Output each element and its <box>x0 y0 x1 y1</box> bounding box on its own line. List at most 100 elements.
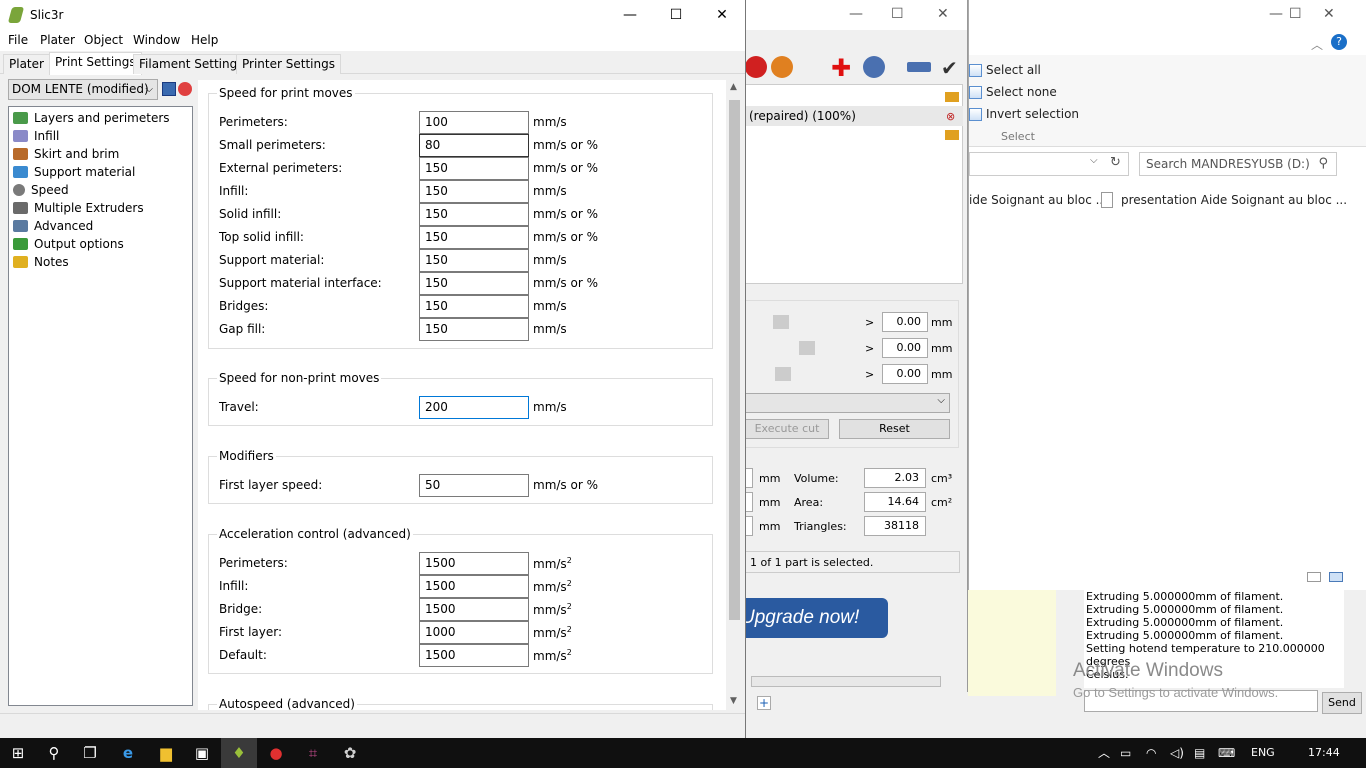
send-button[interactable]: Send <box>1322 692 1362 714</box>
small-perimeters-speed-input[interactable]: 80 <box>419 134 529 157</box>
size-field[interactable] <box>745 468 753 488</box>
menu-file[interactable]: File <box>8 33 28 47</box>
nav-item-notes[interactable]: Notes <box>13 253 69 271</box>
scrollbar-thumb[interactable] <box>729 100 740 620</box>
large-icons-view-icon[interactable] <box>1329 572 1343 582</box>
slider-handle[interactable] <box>775 367 791 381</box>
help-icon[interactable]: ? <box>1331 34 1347 50</box>
maximize-button[interactable]: ☐ <box>653 0 699 31</box>
axis-select[interactable]: ⌵ <box>745 393 950 413</box>
support-interface-speed-input[interactable]: 150 <box>419 272 529 295</box>
settings-icon[interactable] <box>863 56 885 78</box>
keyboard-icon[interactable]: ⌨ <box>1218 738 1235 768</box>
solid-infill-speed-input[interactable]: 150 <box>419 203 529 226</box>
app-icon[interactable]: ⌗ <box>295 738 331 768</box>
menu-help[interactable]: Help <box>191 33 218 47</box>
invert-selection-button[interactable]: Invert selection <box>969 104 1079 124</box>
execute-cut-button[interactable]: Execute cut <box>745 419 829 439</box>
infill-speed-input[interactable]: 150 <box>419 180 529 203</box>
delete-preset-icon[interactable] <box>178 82 192 96</box>
search-icon[interactable]: ⚲ <box>36 738 72 768</box>
remove-icon[interactable]: ⊗ <box>946 110 955 123</box>
plater-maximize-button[interactable]: ☐ <box>891 6 904 22</box>
save-preset-icon[interactable] <box>162 82 176 96</box>
preset-select[interactable]: DOM LENTE (modified) ⌵ <box>8 79 158 100</box>
refresh-icon[interactable]: ↻ <box>1110 155 1121 170</box>
select-none-button[interactable]: Select none <box>969 82 1057 102</box>
tab-plater[interactable]: Plater <box>3 54 50 74</box>
nav-item-extruders[interactable]: Multiple Extruders <box>13 199 144 217</box>
size-field[interactable] <box>745 492 753 512</box>
nav-item-output[interactable]: Output options <box>13 235 124 253</box>
ribbon-collapse-icon[interactable]: ︿ <box>1311 36 1323 53</box>
explorer-close-button[interactable]: ✕ <box>1323 6 1335 22</box>
start-icon[interactable]: ⊞ <box>0 738 36 768</box>
file-item[interactable]: ide Soignant au bloc ... <box>969 190 1107 210</box>
explorer-maximize-button[interactable]: ☐ <box>1289 6 1302 22</box>
scroll-down-icon[interactable]: ▼ <box>730 696 737 706</box>
select-all-button[interactable]: Select all <box>969 60 1041 80</box>
battery-icon[interactable]: ▭ <box>1120 738 1131 768</box>
clock[interactable]: 17:44 <box>1308 738 1340 768</box>
rotate-y-field[interactable]: 0.00 <box>882 338 928 358</box>
nav-item-support[interactable]: Support material <box>13 163 135 181</box>
color-icon[interactable] <box>745 56 767 78</box>
perimeters-accel-input[interactable]: 1500 <box>419 552 529 575</box>
part-row[interactable]: (repaired) (100%) <box>745 106 963 126</box>
tray-chevron-icon[interactable]: ︿ <box>1098 738 1110 768</box>
address-dropdown-icon[interactable]: ⌵ <box>1090 155 1098 166</box>
store-icon[interactable]: ▣ <box>184 738 220 768</box>
language-indicator[interactable]: ENG <box>1251 738 1275 768</box>
travel-speed-input[interactable]: 200 <box>419 396 529 419</box>
wifi-icon[interactable]: ◠ <box>1146 738 1156 768</box>
default-accel-input[interactable]: 1500 <box>419 644 529 667</box>
nav-item-layers[interactable]: Layers and perimeters <box>13 109 170 127</box>
plater-close-button[interactable]: ✕ <box>937 6 949 22</box>
add-tab-icon[interactable]: + <box>757 696 771 710</box>
horizontal-scrollbar[interactable] <box>751 676 941 687</box>
tab-printer-settings[interactable]: Printer Settings <box>236 54 341 74</box>
search-input[interactable]: Search MANDRESYUSB (D:) ⚲ <box>1139 152 1337 176</box>
tab-filament-settings[interactable]: Filament Settings <box>133 54 250 74</box>
nav-item-speed[interactable]: Speed <box>13 181 69 199</box>
tab-print-settings[interactable]: Print Settings <box>49 52 142 75</box>
volume-icon[interactable]: ◁) <box>1170 738 1184 768</box>
app-icon[interactable]: ✿ <box>332 738 368 768</box>
menu-plater[interactable]: Plater <box>40 33 75 47</box>
menu-window[interactable]: Window <box>133 33 180 47</box>
add-part-icon[interactable]: ✚ <box>831 54 851 82</box>
close-button[interactable]: ✕ <box>699 0 745 31</box>
task-view-icon[interactable]: ❐ <box>72 738 108 768</box>
slider-handle[interactable] <box>799 341 815 355</box>
edge-icon[interactable]: e <box>110 738 146 768</box>
top-solid-infill-speed-input[interactable]: 150 <box>419 226 529 249</box>
folder-icon[interactable] <box>945 92 959 102</box>
vertical-scrollbar[interactable]: ▲ ▼ <box>726 80 743 710</box>
size-field[interactable] <box>745 516 753 536</box>
rotate-z-field[interactable]: 0.00 <box>882 364 928 384</box>
explorer-minimize-button[interactable]: — <box>1269 6 1283 22</box>
menu-object[interactable]: Object <box>84 33 123 47</box>
file-item[interactable]: presentation Aide Soignant au bloc ... <box>1121 190 1347 210</box>
minimize-button[interactable]: — <box>607 0 653 31</box>
nav-item-infill[interactable]: Infill <box>13 127 59 145</box>
reset-button[interactable]: Reset <box>839 419 950 439</box>
nav-item-skirt[interactable]: Skirt and brim <box>13 145 119 163</box>
app-icon[interactable]: ● <box>258 738 294 768</box>
external-perimeters-speed-input[interactable]: 150 <box>419 157 529 180</box>
slider-handle[interactable] <box>773 315 789 329</box>
perimeters-speed-input[interactable]: 100 <box>419 111 529 134</box>
first-layer-accel-input[interactable]: 1000 <box>419 621 529 644</box>
upgrade-banner[interactable]: Upgrade now! <box>735 598 888 638</box>
gap-fill-speed-input[interactable]: 150 <box>419 318 529 341</box>
details-view-icon[interactable] <box>1307 572 1321 582</box>
plater-minimize-button[interactable]: — <box>849 6 863 22</box>
bridges-speed-input[interactable]: 150 <box>419 295 529 318</box>
address-bar[interactable]: ⌵ ↻ <box>969 152 1129 176</box>
slic3r-taskbar-icon[interactable]: ♦ <box>221 738 257 768</box>
nav-item-advanced[interactable]: Advanced <box>13 217 93 235</box>
ruler-icon[interactable] <box>907 62 931 72</box>
notifications-icon[interactable]: ▤ <box>1194 738 1205 768</box>
bridge-accel-input[interactable]: 1500 <box>419 598 529 621</box>
check-icon[interactable]: ✔ <box>941 56 958 80</box>
